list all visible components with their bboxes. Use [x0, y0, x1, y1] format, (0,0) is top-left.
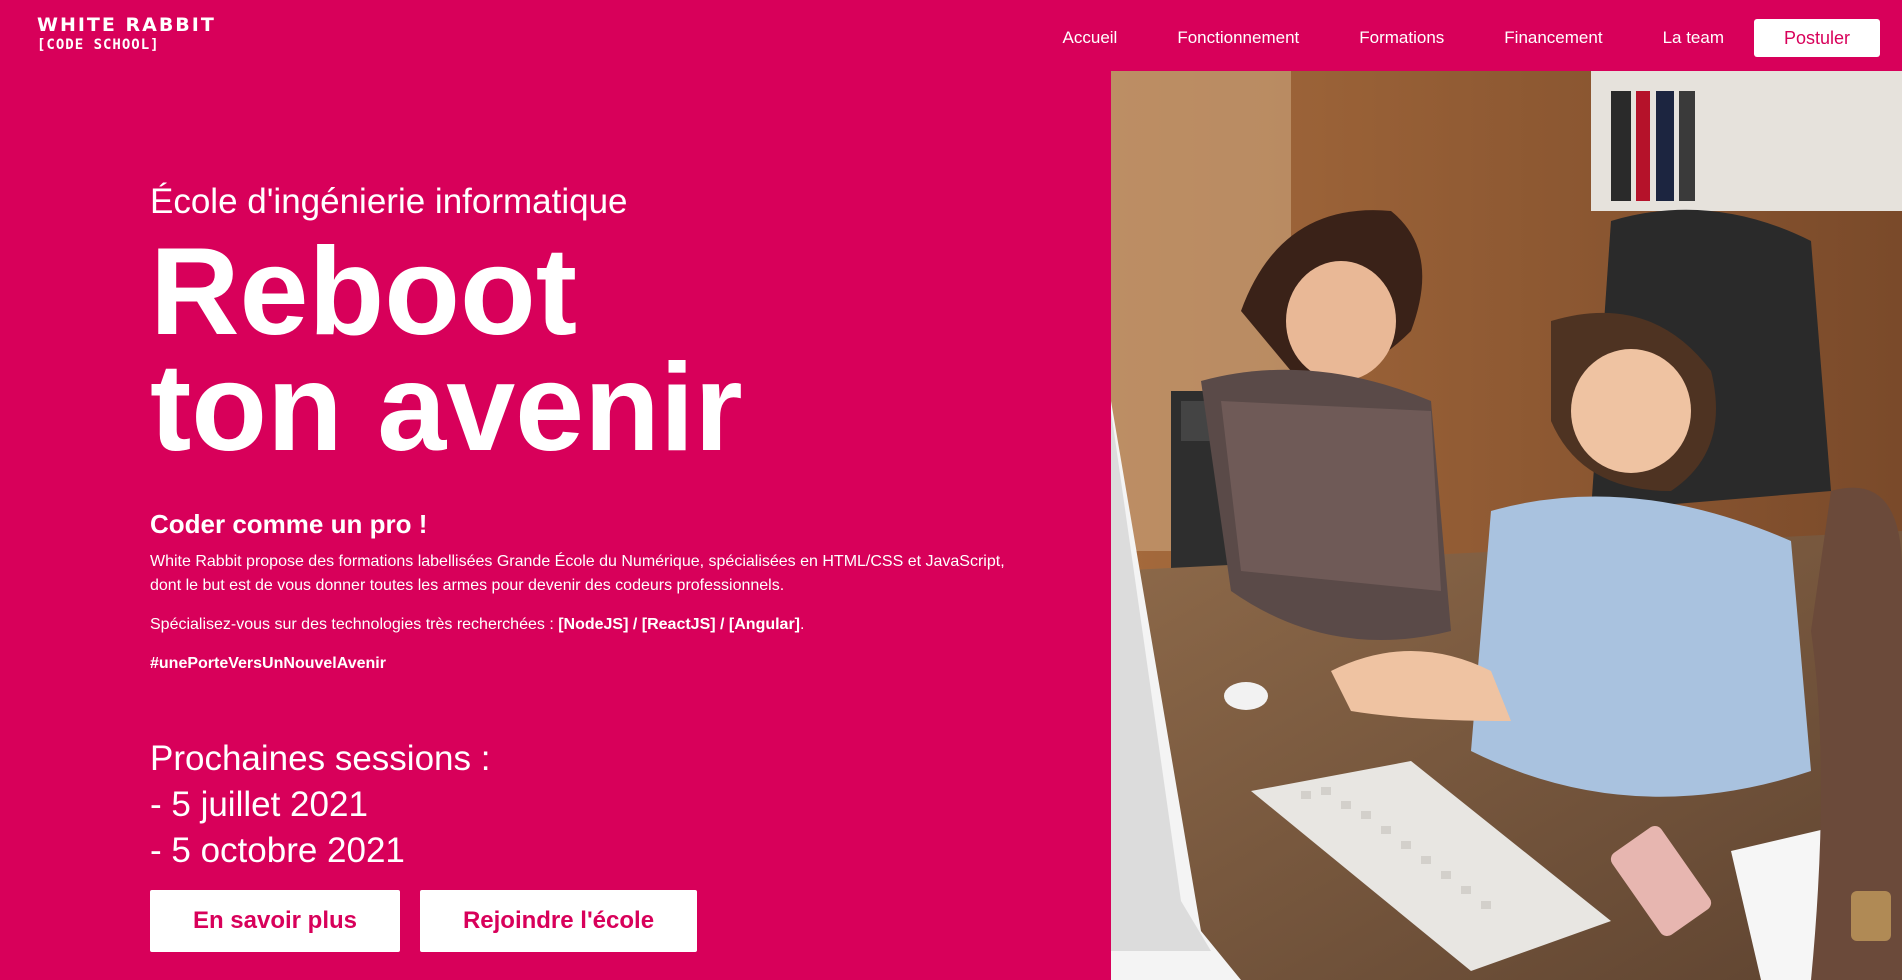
nav-item-financement[interactable]: Financement	[1504, 18, 1602, 58]
nav-item-fonctionnement[interactable]: Fonctionnement	[1177, 18, 1299, 58]
spec-suffix: .	[800, 616, 805, 633]
session-date-1: - 5 juillet 2021	[150, 785, 368, 824]
hero-hashtag: #unePorteVersUnNouvelAvenir	[150, 655, 386, 672]
main-nav: Accueil Fonctionnement Formations Financ…	[1063, 18, 1880, 58]
sessions-title: Prochaines sessions :	[150, 739, 491, 778]
hero-headline: Reboot ton avenir	[150, 223, 1020, 477]
logo-name: WHITE RABBIT	[37, 14, 216, 36]
nav-item-accueil[interactable]: Accueil	[1063, 18, 1118, 58]
session-date-2: - 5 octobre 2021	[150, 831, 405, 870]
hero-content: École d'ingénierie informatique Reboot t…	[150, 180, 1020, 952]
hero-photo	[1111, 71, 1902, 980]
headline-line-1: Reboot	[150, 223, 578, 361]
next-sessions: Prochaines sessions : - 5 juillet 2021 -…	[150, 736, 1020, 874]
hero-description: White Rabbit propose des formations labe…	[150, 553, 1005, 594]
spec-prefix: Spécialisez-vous sur des technologies tr…	[150, 616, 559, 633]
hero-tagline: Coder comme un pro !	[150, 509, 428, 539]
nav-item-formations[interactable]: Formations	[1359, 18, 1444, 58]
headline-line-2: ton avenir	[150, 339, 743, 477]
en-savoir-plus-button[interactable]: En savoir plus	[150, 890, 400, 952]
hero-eyebrow: École d'ingénierie informatique	[150, 182, 628, 221]
logo[interactable]: WHITE RABBIT [CODE SCHOOL]	[37, 14, 216, 54]
postuler-button[interactable]: Postuler	[1754, 19, 1880, 57]
nav-item-la-team[interactable]: La team	[1663, 18, 1724, 58]
rejoindre-ecole-button[interactable]: Rejoindre l'école	[420, 890, 697, 952]
hero-buttons: En savoir plus Rejoindre l'école	[150, 890, 1020, 952]
hero-specialization: Spécialisez-vous sur des technologies tr…	[150, 613, 1020, 637]
logo-subtitle: [CODE SCHOOL]	[37, 37, 160, 53]
spec-technologies: [NodeJS] / [ReactJS] / [Angular]	[558, 616, 801, 633]
